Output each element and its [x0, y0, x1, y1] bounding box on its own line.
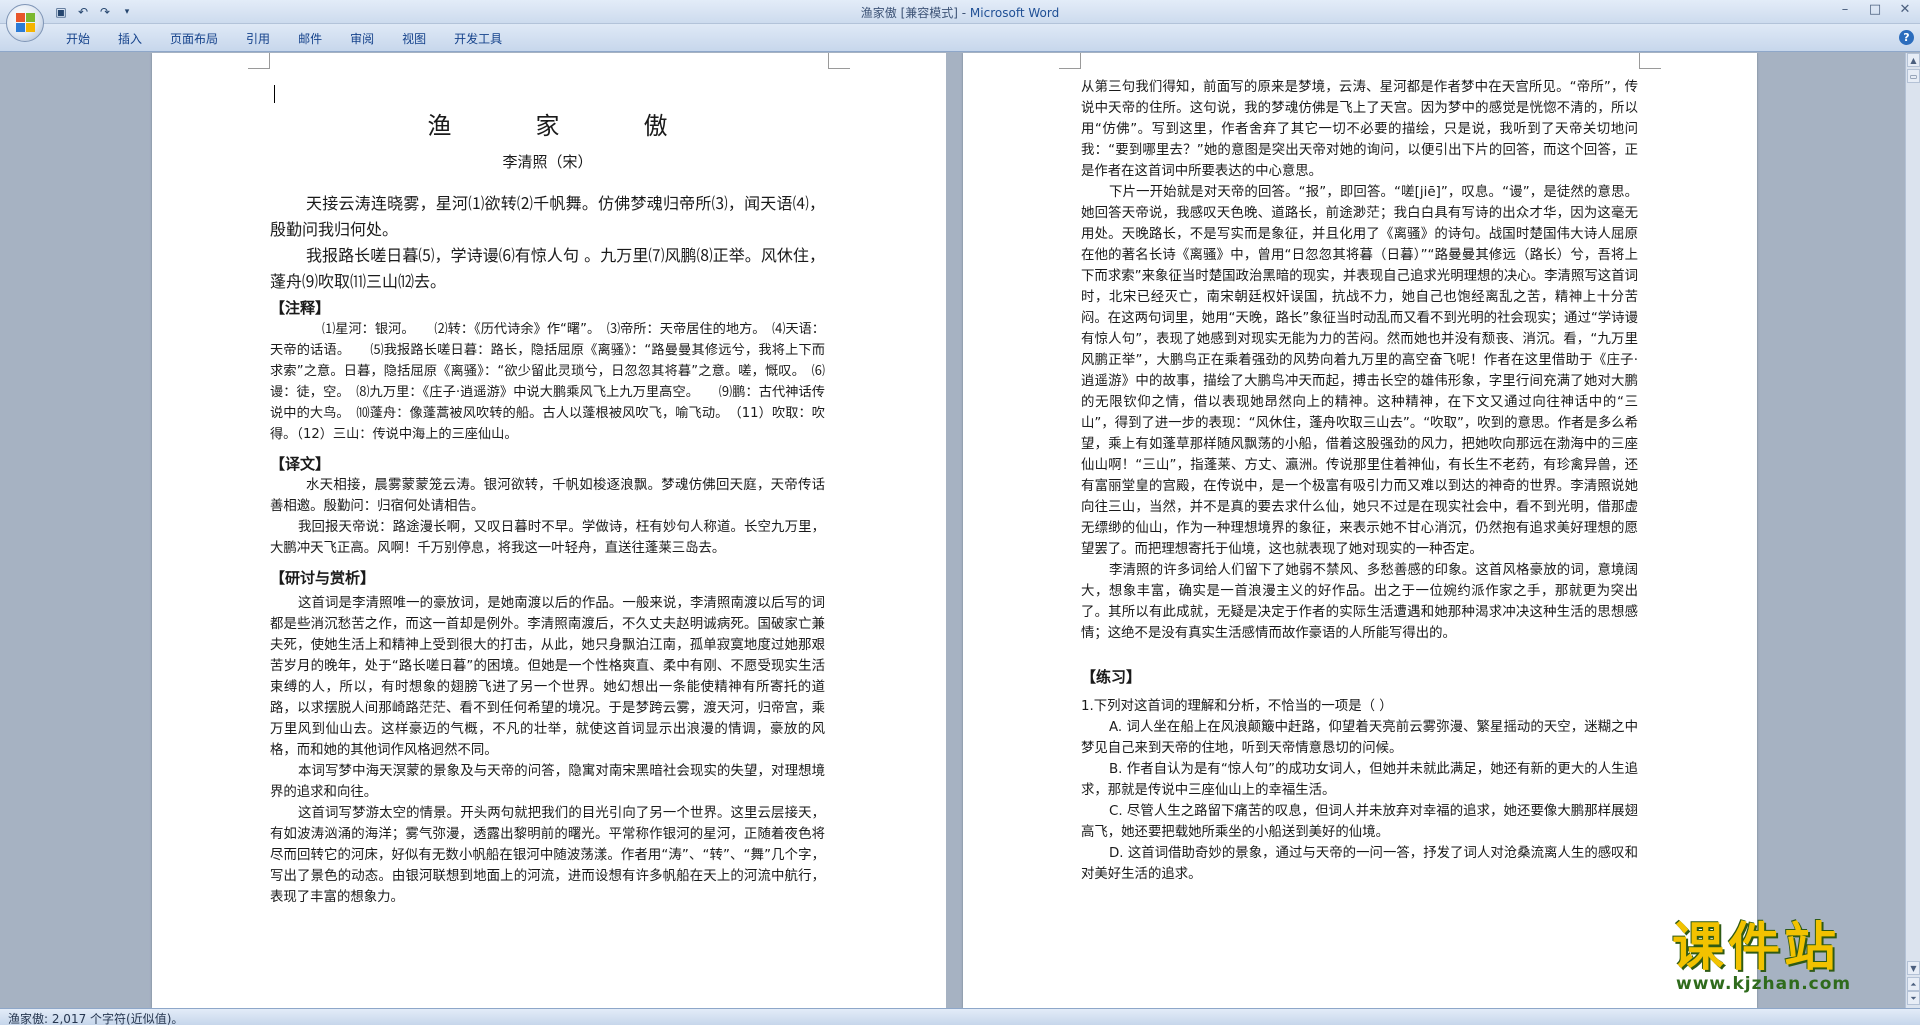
word-count-status[interactable]: 渔家傲: 2,017 个字符(近似值)。	[8, 1010, 183, 1025]
document-page-2[interactable]: 从第三句我们得知，前面写的原来是梦境，云涛、星河都是作者梦中在天宫所见。“帝所”…	[963, 53, 1757, 1008]
document-workspace: 渔 家 傲 李清照（宋） 天接云涛连晓雾，星河⑴欲转⑵千帆舞。仿佛梦魂归帝所⑶，…	[0, 53, 1905, 1008]
scroll-up-icon[interactable]: ▲	[1907, 53, 1920, 67]
document-page-1[interactable]: 渔 家 傲 李清照（宋） 天接云涛连晓雾，星河⑴欲转⑵千帆舞。仿佛梦魂归帝所⑶，…	[152, 53, 946, 1008]
empty-paragraph	[1081, 644, 1638, 658]
analysis-paragraph: 李清照的许多词给人们留下了她弱不禁风、多愁善感的印象。这首风格豪放的词，意境阔大…	[1081, 563, 1638, 641]
close-icon[interactable]: ✕	[1896, 2, 1914, 17]
translation-paragraph: 水天相接，晨雾蒙蒙笼云涛。银河欲转，千帆如梭逐浪飘。梦魂仿佛回天庭，天帝传话善相…	[270, 478, 825, 514]
window-title-document: 渔家傲 [兼容模式] -	[860, 6, 970, 20]
exercise-question: 1.下列对这首词的理解和分析，不恰当的一项是（ ）	[1081, 699, 1393, 714]
exercise-option: C. 尽管人生之路留下痛苦的叹息，但词人并未放弃对幸福的追求，她还要像大鹏那样展…	[1081, 804, 1638, 840]
page-1-body: 渔 家 傲 李清照（宋） 天接云涛连晓雾，星河⑴欲转⑵千帆舞。仿佛梦魂归帝所⑶，…	[270, 81, 825, 908]
empty-paragraph	[270, 173, 825, 191]
exercise-option: B. 作者自认为是有“惊人句”的成功女词人，但她并未就此满足，她还有新的更大的人…	[1081, 762, 1638, 798]
analysis-paragraph: 本词写梦中海天溟蒙的景象及与天帝的问答，隐寓对南宋黑暗社会现实的失望，对理想境界…	[270, 764, 825, 800]
text-cursor	[274, 85, 275, 103]
maximize-icon[interactable]: □	[1866, 2, 1884, 17]
window-title: 渔家傲 [兼容模式] - Microsoft Word	[0, 4, 1920, 21]
previous-page-icon[interactable]: ⏶	[1907, 977, 1920, 991]
watermark-url: www.kjzhan.com	[1676, 974, 1852, 994]
tab-home[interactable]: 开始	[52, 30, 104, 48]
tab-references[interactable]: 引用	[232, 30, 284, 48]
help-icon[interactable]: ?	[1899, 30, 1914, 45]
poem-stanza-2: 我报路长嗟日暮⑸，学诗谩⑹有惊人句 。九万里⑺风鹏⑻正举。风休住，蓬舟⑼吹取⑾三…	[270, 246, 825, 291]
page-gap	[946, 53, 963, 1008]
crop-mark	[1639, 53, 1661, 69]
poem-title: 渔 家 傲	[427, 112, 698, 140]
title-bar: ▣ ↶ ↷ ▾ 渔家傲 [兼容模式] - Microsoft Word – □ …	[0, 0, 1920, 42]
notes-heading: 【注释】	[270, 299, 331, 317]
tab-mailings[interactable]: 邮件	[284, 30, 336, 48]
analysis-paragraph: 这首词是李清照唯一的豪放词，是她南渡以后的作品。一般来说，李清照南渡以后写的词都…	[270, 596, 825, 758]
window-title-app: Microsoft Word	[969, 6, 1060, 20]
watermark-title: 课件站	[1672, 918, 1841, 978]
analysis-paragraph: 这首词写梦游太空的情景。开头两句就把我们的目光引向了另一个世界。这里云层接天，有…	[270, 806, 825, 905]
analysis-paragraph: 下片一开始就是对天帝的回答。“报”，即回答。“嗟[jiē]”，叹息。“谩”，是徒…	[1081, 185, 1638, 557]
crop-mark	[248, 53, 270, 69]
tab-view[interactable]: 视图	[388, 30, 440, 48]
vertical-scrollbar[interactable]: ▲ ▭ ▼ ⏶ ⏷	[1905, 53, 1920, 1008]
tab-review[interactable]: 审阅	[336, 30, 388, 48]
poem-stanza-1: 天接云涛连晓雾，星河⑴欲转⑵千帆舞。仿佛梦魂归帝所⑶，闻天语⑷，殷勤问我归何处。	[270, 194, 825, 239]
crop-mark	[828, 53, 850, 69]
exercise-option: D. 这首词借助奇妙的景象，通过与天帝的一问一答，抒发了词人对沧桑流离人生的感叹…	[1081, 846, 1638, 882]
crop-mark	[1059, 53, 1081, 69]
scroll-down-icon[interactable]: ▼	[1907, 961, 1920, 975]
office-logo-icon	[16, 13, 36, 33]
translation-paragraph: 我回报天帝说：路途漫长啊，又叹日暮时不早。学做诗，枉有妙句人称道。长空九万里，大…	[270, 520, 825, 556]
exercise-option: A. 词人坐在船上在风浪颠簸中赶路，仰望着天亮前云雾弥漫、繁星摇动的天空，迷糊之…	[1081, 720, 1638, 756]
tab-insert[interactable]: 插入	[104, 30, 156, 48]
office-button[interactable]	[6, 4, 44, 42]
tab-developer[interactable]: 开发工具	[440, 30, 516, 48]
analysis-heading: 【研讨与赏析】	[270, 569, 376, 587]
window-controls: – □ ✕	[1836, 2, 1914, 17]
status-bar: 渔家傲: 2,017 个字符(近似值)。	[0, 1008, 1920, 1025]
poem-author: 李清照（宋）	[502, 153, 593, 171]
analysis-paragraph: 从第三句我们得知，前面写的原来是梦境，云涛、星河都是作者梦中在天宫所见。“帝所”…	[1081, 80, 1638, 179]
ribbon-tab-bar: 开始 插入 页面布局 引用 邮件 审阅 视图 开发工具 ?	[0, 24, 1920, 52]
exercise-heading: 【练习】	[1081, 668, 1142, 686]
tab-page-layout[interactable]: 页面布局	[156, 30, 232, 48]
translation-heading: 【译文】	[270, 455, 331, 473]
page-2-body: 从第三句我们得知，前面写的原来是梦境，云涛、星河都是作者梦中在天宫所见。“帝所”…	[1081, 77, 1638, 885]
notes-text: ⑴星河：银河。 ⑵转：《历代诗余》作“曙”。 ⑶帝所：天帝居住的地方。 ⑷天语：…	[270, 322, 825, 442]
minimize-icon[interactable]: –	[1836, 2, 1854, 17]
site-watermark-logo: 课件站 www.kjzhan.com	[1672, 918, 1900, 994]
ribbon-tabs: 开始 插入 页面布局 引用 邮件 审阅 视图 开发工具	[52, 30, 516, 48]
ruler-toggle-icon[interactable]: ▭	[1907, 69, 1920, 83]
next-page-icon[interactable]: ⏷	[1907, 991, 1920, 1005]
